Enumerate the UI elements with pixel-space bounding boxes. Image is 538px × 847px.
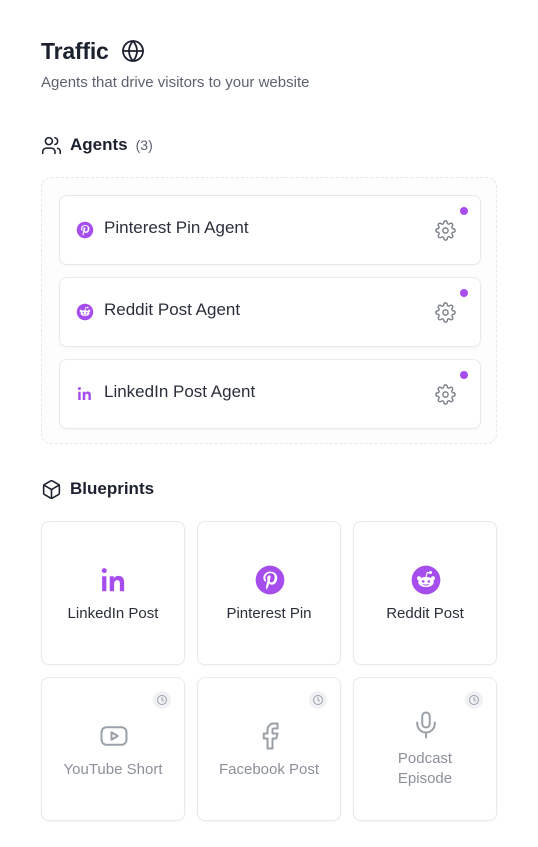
active-status-dot bbox=[460, 371, 468, 379]
blueprint-label: Podcast Episode bbox=[397, 750, 453, 787]
gear-icon[interactable] bbox=[435, 384, 456, 405]
agent-card-pinterest[interactable]: Pinterest Pin Agent bbox=[59, 195, 481, 265]
agents-title: Agents bbox=[70, 135, 128, 154]
blueprint-card-reddit[interactable]: Reddit Post bbox=[353, 521, 497, 665]
globe-icon bbox=[121, 39, 145, 63]
agent-card-reddit[interactable]: Reddit Post Agent bbox=[59, 277, 481, 347]
clock-icon bbox=[465, 691, 483, 709]
microphone-icon bbox=[411, 710, 441, 740]
linkedin-icon bbox=[76, 385, 94, 403]
agents-count: (3) bbox=[135, 137, 153, 153]
active-status-dot bbox=[460, 207, 468, 215]
reddit-icon bbox=[76, 303, 94, 321]
agent-label: LinkedIn Post Agent bbox=[104, 382, 256, 401]
clock-icon bbox=[309, 691, 327, 709]
blueprint-card-pinterest[interactable]: Pinterest Pin bbox=[197, 521, 341, 665]
box-icon bbox=[41, 479, 62, 500]
blueprint-label: Pinterest Pin bbox=[226, 605, 312, 622]
blueprint-label: YouTube Short bbox=[63, 761, 163, 778]
agent-card-linkedin[interactable]: LinkedIn Post Agent bbox=[59, 359, 481, 429]
blueprint-label: LinkedIn Post bbox=[67, 605, 159, 622]
page-subtitle: Agents that drive visitors to your websi… bbox=[41, 74, 310, 91]
clock-icon bbox=[153, 691, 171, 709]
blueprint-label: Facebook Post bbox=[218, 761, 320, 778]
pinterest-icon bbox=[255, 565, 285, 595]
blueprint-card-podcast: Podcast Episode bbox=[353, 677, 497, 821]
gear-icon[interactable] bbox=[435, 302, 456, 323]
linkedin-icon bbox=[99, 565, 129, 595]
agents-section-header: Agents (3) bbox=[41, 134, 153, 156]
page-header: Traffic Agents that drive visitors to yo… bbox=[41, 36, 501, 92]
blueprint-card-facebook: Facebook Post bbox=[197, 677, 341, 821]
blueprint-card-linkedin[interactable]: LinkedIn Post bbox=[41, 521, 185, 665]
page-title: Traffic bbox=[41, 37, 109, 64]
agent-label: Pinterest Pin Agent bbox=[104, 218, 249, 237]
facebook-icon bbox=[255, 721, 285, 751]
active-status-dot bbox=[460, 289, 468, 297]
agents-list: Pinterest Pin Agent Reddit Post Agent Li… bbox=[41, 177, 497, 444]
gear-icon[interactable] bbox=[435, 220, 456, 241]
pinterest-icon bbox=[76, 221, 94, 239]
reddit-icon bbox=[411, 565, 441, 595]
blueprint-label: Reddit Post bbox=[386, 605, 464, 622]
youtube-icon bbox=[99, 721, 129, 751]
blueprints-section-header: Blueprints bbox=[41, 478, 154, 500]
users-icon bbox=[41, 135, 62, 156]
blueprint-card-youtube: YouTube Short bbox=[41, 677, 185, 821]
agent-label: Reddit Post Agent bbox=[104, 300, 241, 319]
blueprints-title: Blueprints bbox=[70, 479, 155, 498]
